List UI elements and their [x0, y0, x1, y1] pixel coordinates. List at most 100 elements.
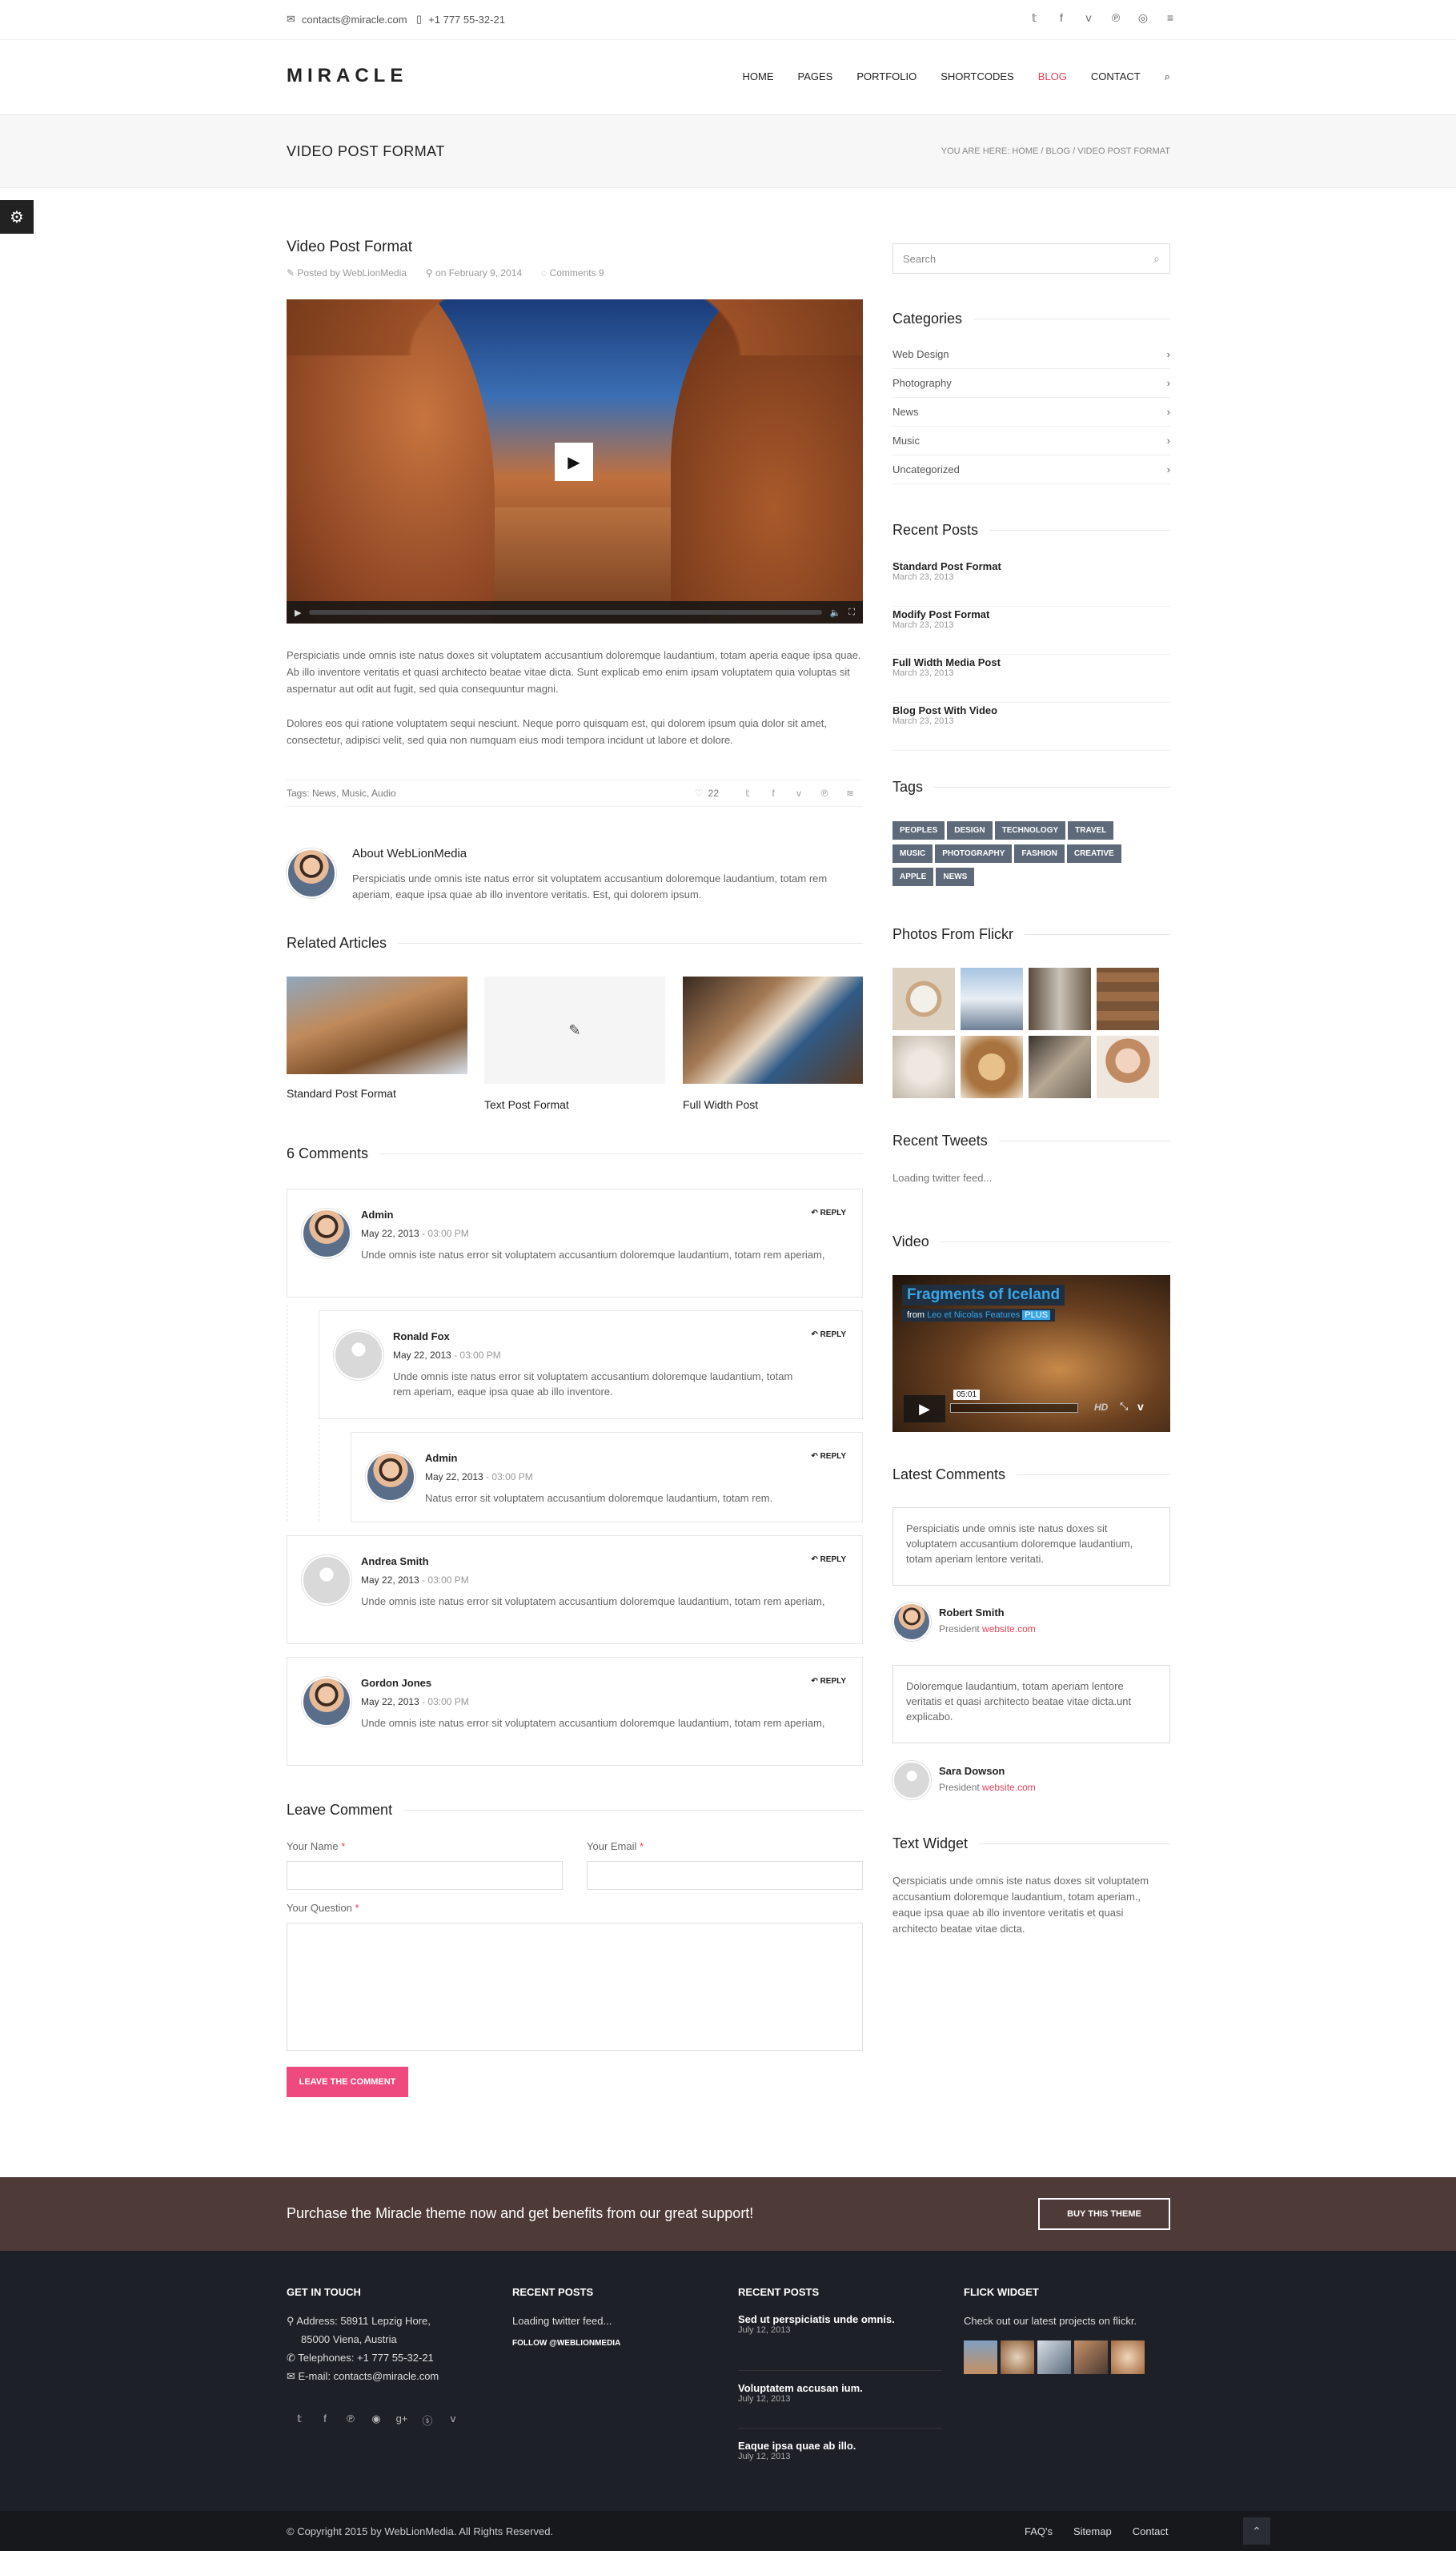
flickr-photo[interactable] [1029, 1036, 1091, 1098]
buy-theme-button[interactable]: BUY THIS THEME [1038, 2198, 1170, 2230]
search-icon[interactable]: ⌕ [1153, 252, 1160, 266]
nav-contact[interactable]: CONTACT [1091, 70, 1141, 83]
facebook-icon[interactable]: f [312, 2413, 338, 2428]
nav-pages[interactable]: PAGES [797, 70, 832, 83]
skype-icon[interactable]: ⓢ [415, 2413, 440, 2428]
video-play-icon[interactable]: ▶ [904, 1395, 945, 1422]
vimeo-video-embed[interactable]: Fragments of Iceland from Leo et Nicolas… [892, 1275, 1170, 1432]
category-item[interactable]: Web Design › [892, 340, 1170, 369]
flickr-photo[interactable] [1001, 2340, 1034, 2374]
flickr-photo[interactable] [1037, 2340, 1071, 2374]
recent-post-item[interactable]: Full Width Media Post March 23, 2013 [892, 655, 1170, 703]
video-progress-bar[interactable] [309, 610, 822, 615]
question-textarea[interactable] [287, 1923, 863, 2051]
twitter-icon[interactable]: 𝕥 [1021, 11, 1048, 25]
flickr-photo[interactable] [1097, 1036, 1159, 1098]
hd-label[interactable]: HD [1094, 1402, 1108, 1413]
tag[interactable]: PHOTOGRAPHY [935, 844, 1013, 863]
nav-home[interactable]: HOME [742, 70, 773, 83]
post-comments-count[interactable]: ◌ Comments 9 [541, 267, 604, 279]
vimeo-share-icon[interactable]: v [786, 788, 812, 799]
name-field[interactable] [287, 1861, 563, 1890]
related-title-2[interactable]: Text Post Format [484, 1098, 569, 1111]
back-to-top-icon[interactable]: ⌃ [1243, 2517, 1270, 2545]
flickr-photo[interactable] [961, 968, 1023, 1030]
nav-blog[interactable]: BLOG [1038, 70, 1067, 83]
flickr-photo[interactable] [892, 1036, 955, 1098]
category-item[interactable]: Photography › [892, 369, 1170, 398]
reply-button[interactable]: ↶ REPLY [811, 1452, 846, 1461]
volume-icon[interactable]: 🔈 [830, 608, 841, 618]
google-plus-icon[interactable]: g+ [389, 2413, 415, 2428]
video-progress[interactable] [950, 1403, 1078, 1413]
tag[interactable]: TRAVEL [1068, 821, 1114, 840]
stack-share-icon[interactable]: ≋ [837, 788, 863, 799]
video-title[interactable]: Fragments of Iceland [902, 1285, 1065, 1306]
breadcrumb[interactable]: YOU ARE HERE: HOME / BLOG / VIDEO POST F… [941, 146, 1170, 156]
footer-post-item[interactable]: Sed ut perspiciatis unde omnis. July 12, … [738, 2313, 942, 2371]
reply-button[interactable]: ↶ REPLY [811, 1209, 846, 1217]
footer-post-item[interactable]: Voluptatem accusan ium. July 12, 2013 [738, 2371, 942, 2429]
flickr-photo[interactable] [964, 2340, 997, 2374]
tag[interactable]: TECHNOLOGY [994, 821, 1066, 840]
follow-link[interactable]: FOLLOW @WEBLIONMEDIA [512, 2339, 620, 2348]
footer-post-item[interactable]: Eaque ipsa quae ab illo. July 12, 2013 [738, 2429, 942, 2486]
flickr-photo[interactable] [1111, 2340, 1145, 2374]
vimeo-icon[interactable]: v [1137, 1400, 1144, 1413]
video-player[interactable]: ▶ ▶ 🔈 ⛶ [287, 299, 863, 624]
recent-post-item[interactable]: Standard Post Format March 23, 2013 [892, 559, 1170, 607]
sidebar-search[interactable]: Search ⌕ [892, 243, 1170, 274]
pinterest-icon[interactable]: ℗ [1102, 11, 1129, 25]
instagram-icon[interactable]: ◎ [1129, 11, 1157, 25]
flickr-photo[interactable] [1029, 968, 1091, 1030]
facebook-icon[interactable]: f [1048, 11, 1075, 25]
twitter-share-icon[interactable]: 𝕥 [735, 788, 760, 799]
vimeo-icon[interactable]: v [440, 2413, 466, 2428]
recent-post-item[interactable]: Modify Post Format March 23, 2013 [892, 607, 1170, 655]
post-tags[interactable]: Tags: News, Music, Audio [287, 788, 396, 799]
play-icon[interactable]: ▶ [295, 608, 301, 618]
category-item[interactable]: Uncategorized › [892, 455, 1170, 484]
nav-portfolio[interactable]: PORTFOLIO [856, 70, 917, 83]
related-thumb-1[interactable] [287, 977, 467, 1074]
post-title[interactable]: Video Post Format [287, 239, 412, 256]
dribbble-icon[interactable]: ◉ [363, 2413, 389, 2428]
search-input[interactable]: Search [903, 253, 936, 265]
tag[interactable]: NEWS [936, 868, 975, 886]
reply-button[interactable]: ↶ REPLY [811, 1555, 846, 1564]
email-field[interactable] [587, 1861, 863, 1890]
sitemap-link[interactable]: Sitemap [1073, 2525, 1112, 2537]
category-item[interactable]: News › [892, 398, 1170, 427]
faq-link[interactable]: FAQ's [1025, 2525, 1053, 2537]
tag[interactable]: MUSIC [892, 844, 933, 863]
settings-gear-icon[interactable]: ⚙ [0, 200, 34, 234]
search-icon[interactable]: ⌕ [1165, 70, 1170, 83]
menu-icon[interactable]: ≡ [1157, 11, 1184, 25]
tag[interactable]: APPLE [892, 868, 934, 886]
pinterest-share-icon[interactable]: ℗ [812, 788, 837, 799]
facebook-share-icon[interactable]: f [760, 788, 786, 799]
related-thumb-3[interactable] [683, 977, 863, 1084]
tag[interactable]: PEOPLES [892, 821, 945, 840]
heart-icon[interactable]: ♡ [695, 788, 704, 799]
tag[interactable]: CREATIVE [1066, 844, 1121, 863]
post-author[interactable]: ✎ Posted by WebLionMedia [287, 267, 407, 279]
fullscreen-icon[interactable]: ⛶ [848, 608, 855, 618]
related-title-3[interactable]: Full Width Post [683, 1098, 758, 1111]
nav-shortcodes[interactable]: SHORTCODES [941, 70, 1014, 83]
expand-icon[interactable]: ⤡ [1120, 1400, 1128, 1413]
flickr-photo[interactable] [1097, 968, 1159, 1030]
flickr-photo[interactable] [892, 968, 955, 1030]
contact-link[interactable]: Contact [1133, 2525, 1169, 2537]
pinterest-icon[interactable]: ℗ [338, 2413, 363, 2428]
vimeo-icon[interactable]: v [1075, 11, 1102, 25]
related-title-1[interactable]: Standard Post Format [287, 1087, 396, 1100]
flickr-photo[interactable] [961, 1036, 1023, 1098]
play-button-icon[interactable]: ▶ [555, 443, 593, 481]
tag[interactable]: FASHION [1014, 844, 1065, 863]
logo[interactable]: MIRACLE [287, 65, 407, 87]
twitter-icon[interactable]: 𝕥 [287, 2413, 312, 2428]
category-item[interactable]: Music › [892, 427, 1170, 455]
submit-comment-button[interactable]: LEAVE THE COMMENT [287, 2067, 408, 2097]
reply-button[interactable]: ↶ REPLY [811, 1330, 846, 1339]
